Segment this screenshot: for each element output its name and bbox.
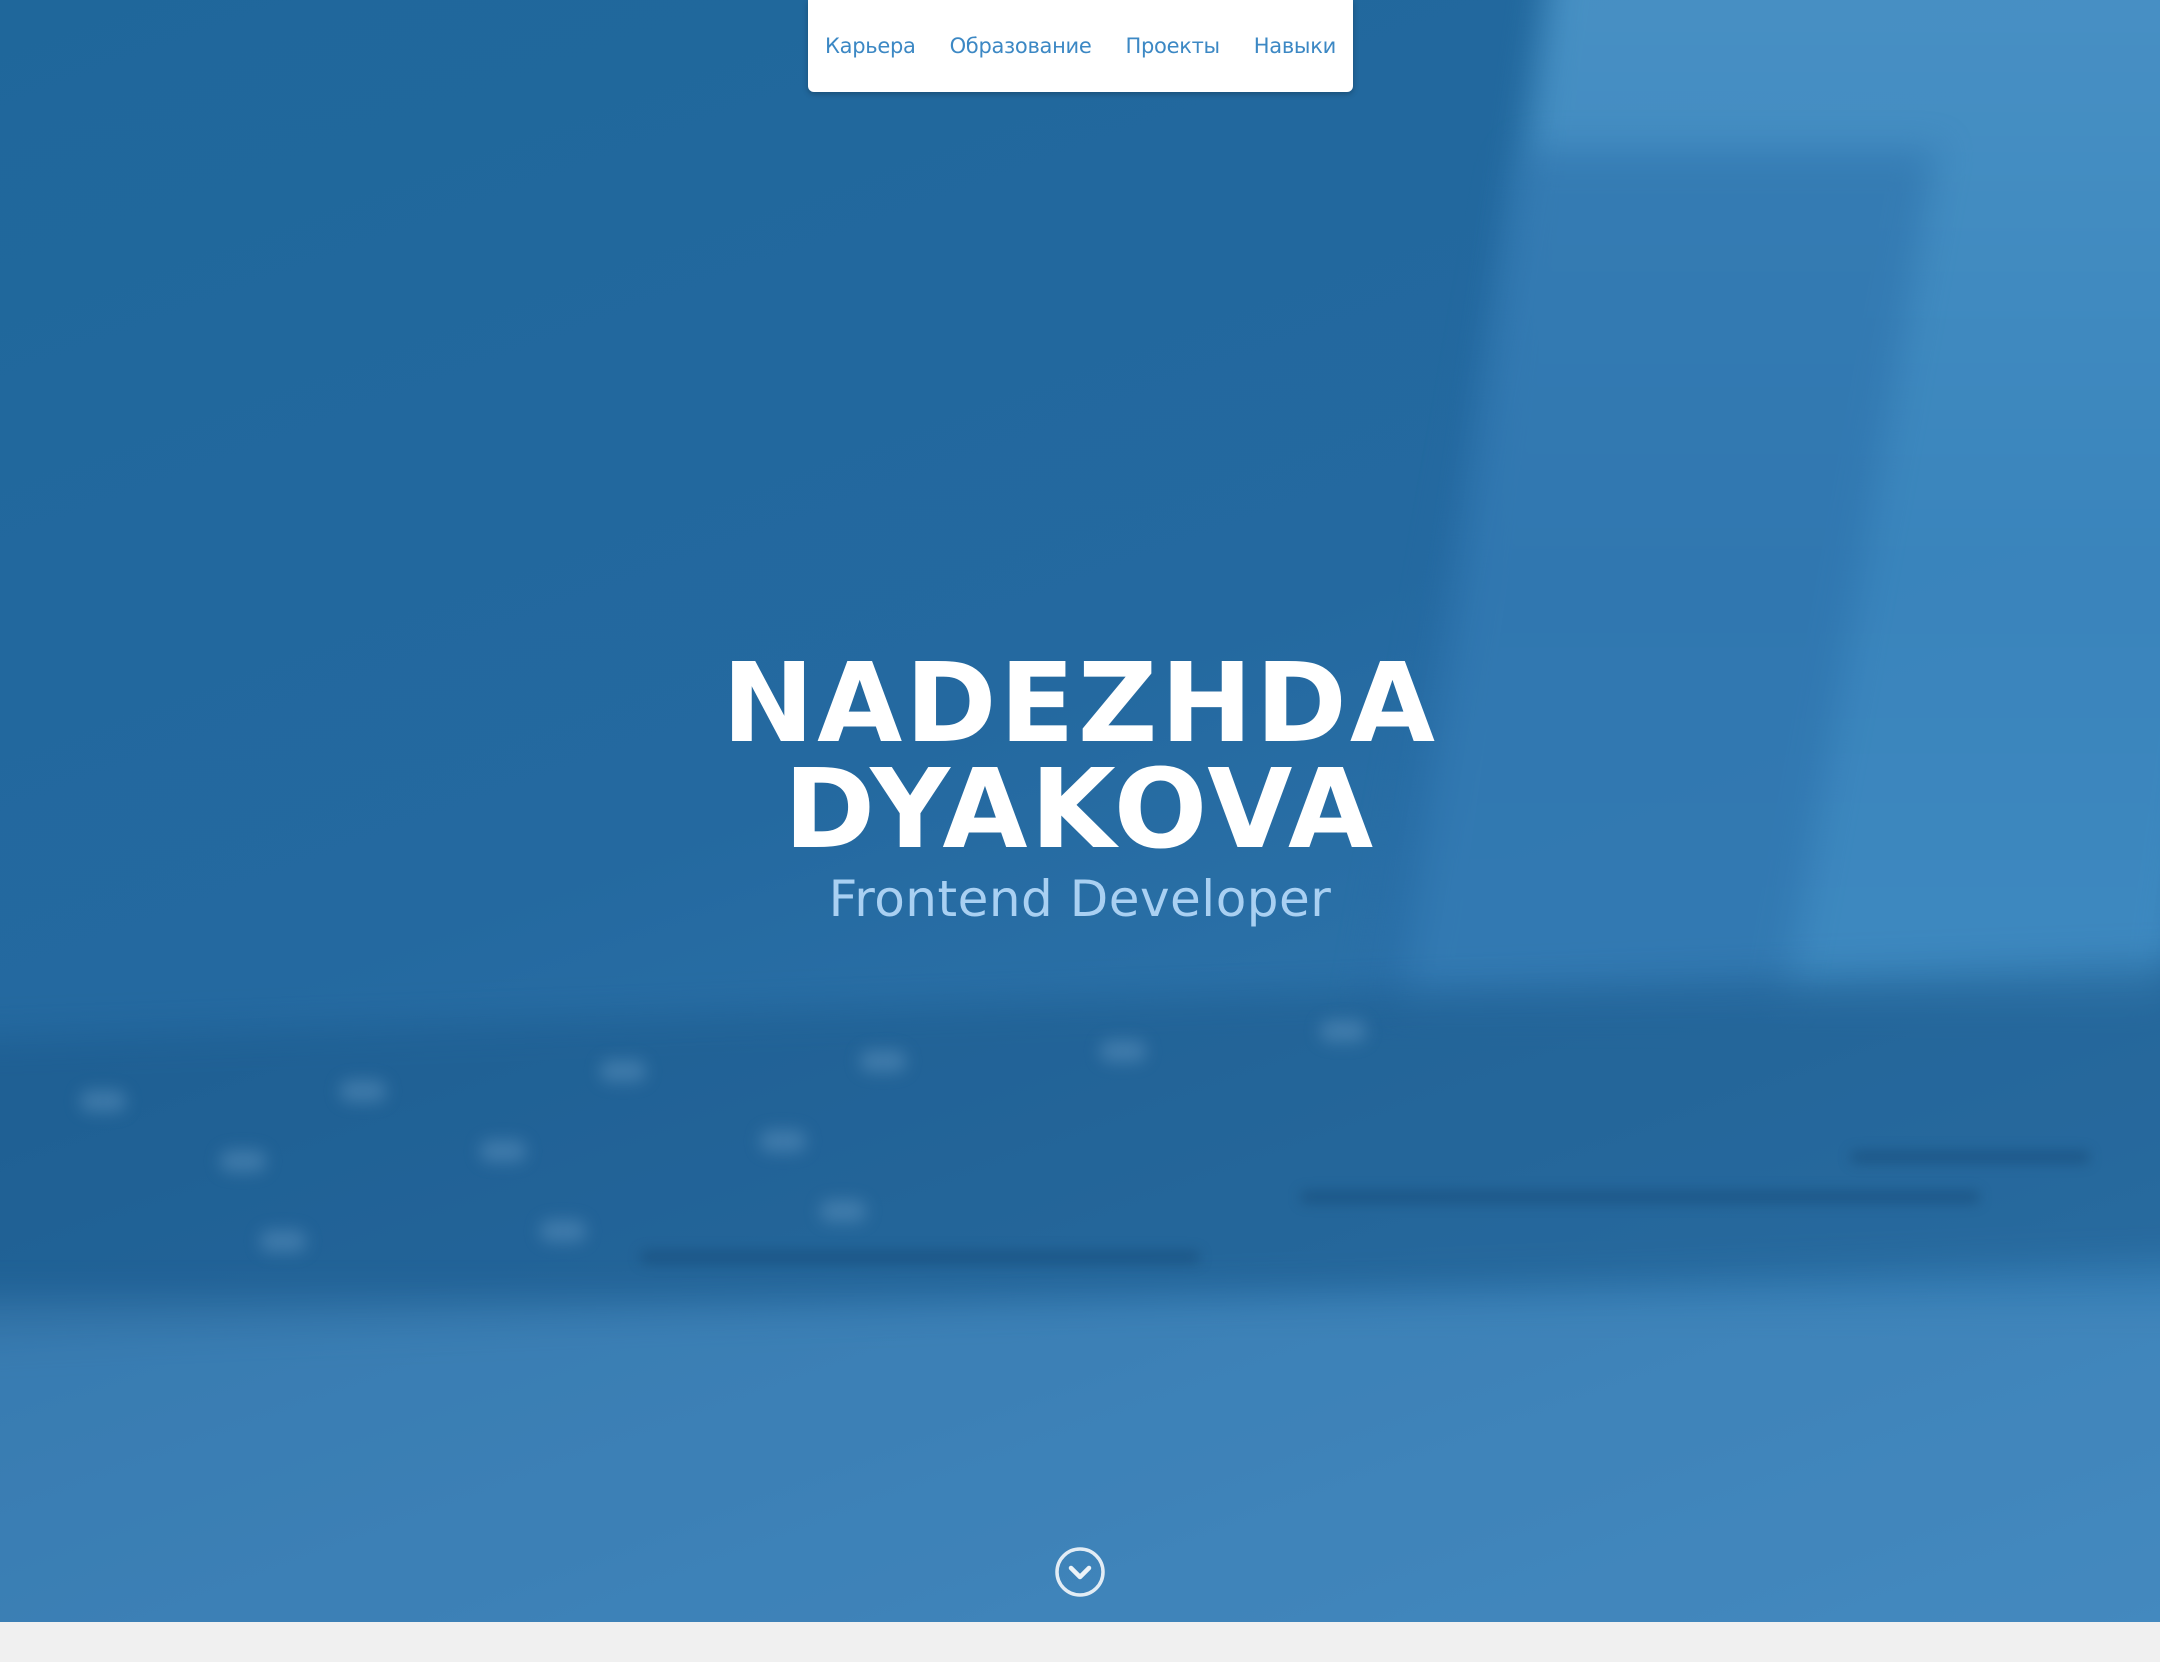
nav-link-skills[interactable]: Навыки: [1254, 34, 1336, 58]
background-key: [260, 1230, 306, 1252]
nav-link-education[interactable]: Образование: [950, 34, 1092, 58]
hero-name-first: NADEZHDA: [722, 639, 1438, 767]
nav-link-projects[interactable]: Проекты: [1126, 34, 1221, 58]
hero-title-block: NADEZHDA DYAKOVA Frontend Developer: [0, 639, 2160, 934]
background-key: [760, 1130, 806, 1152]
background-key-row: [1300, 1190, 1980, 1204]
background-key: [540, 1220, 586, 1242]
background-key-row: [640, 1250, 1200, 1264]
background-key: [1320, 1020, 1366, 1042]
top-navigation: Карьера Образование Проекты Навыки: [808, 0, 1353, 92]
background-key: [820, 1200, 866, 1222]
background-key: [860, 1050, 906, 1072]
hero-name-last: DYAKOVA: [783, 745, 1377, 873]
background-key: [600, 1060, 646, 1082]
next-section-edge: [0, 1622, 2160, 1662]
nav-link-career[interactable]: Карьера: [825, 34, 916, 58]
background-key-row: [1850, 1150, 2090, 1164]
background-key: [80, 1090, 126, 1112]
chevron-down-circle-icon[interactable]: [1054, 1546, 1106, 1598]
background-key: [480, 1140, 526, 1162]
background-key: [220, 1150, 266, 1172]
background-keyboard: [0, 959, 2160, 1341]
hero-subtitle: Frontend Developer: [828, 870, 1332, 928]
background-key: [1100, 1040, 1146, 1062]
background-key: [340, 1080, 386, 1102]
